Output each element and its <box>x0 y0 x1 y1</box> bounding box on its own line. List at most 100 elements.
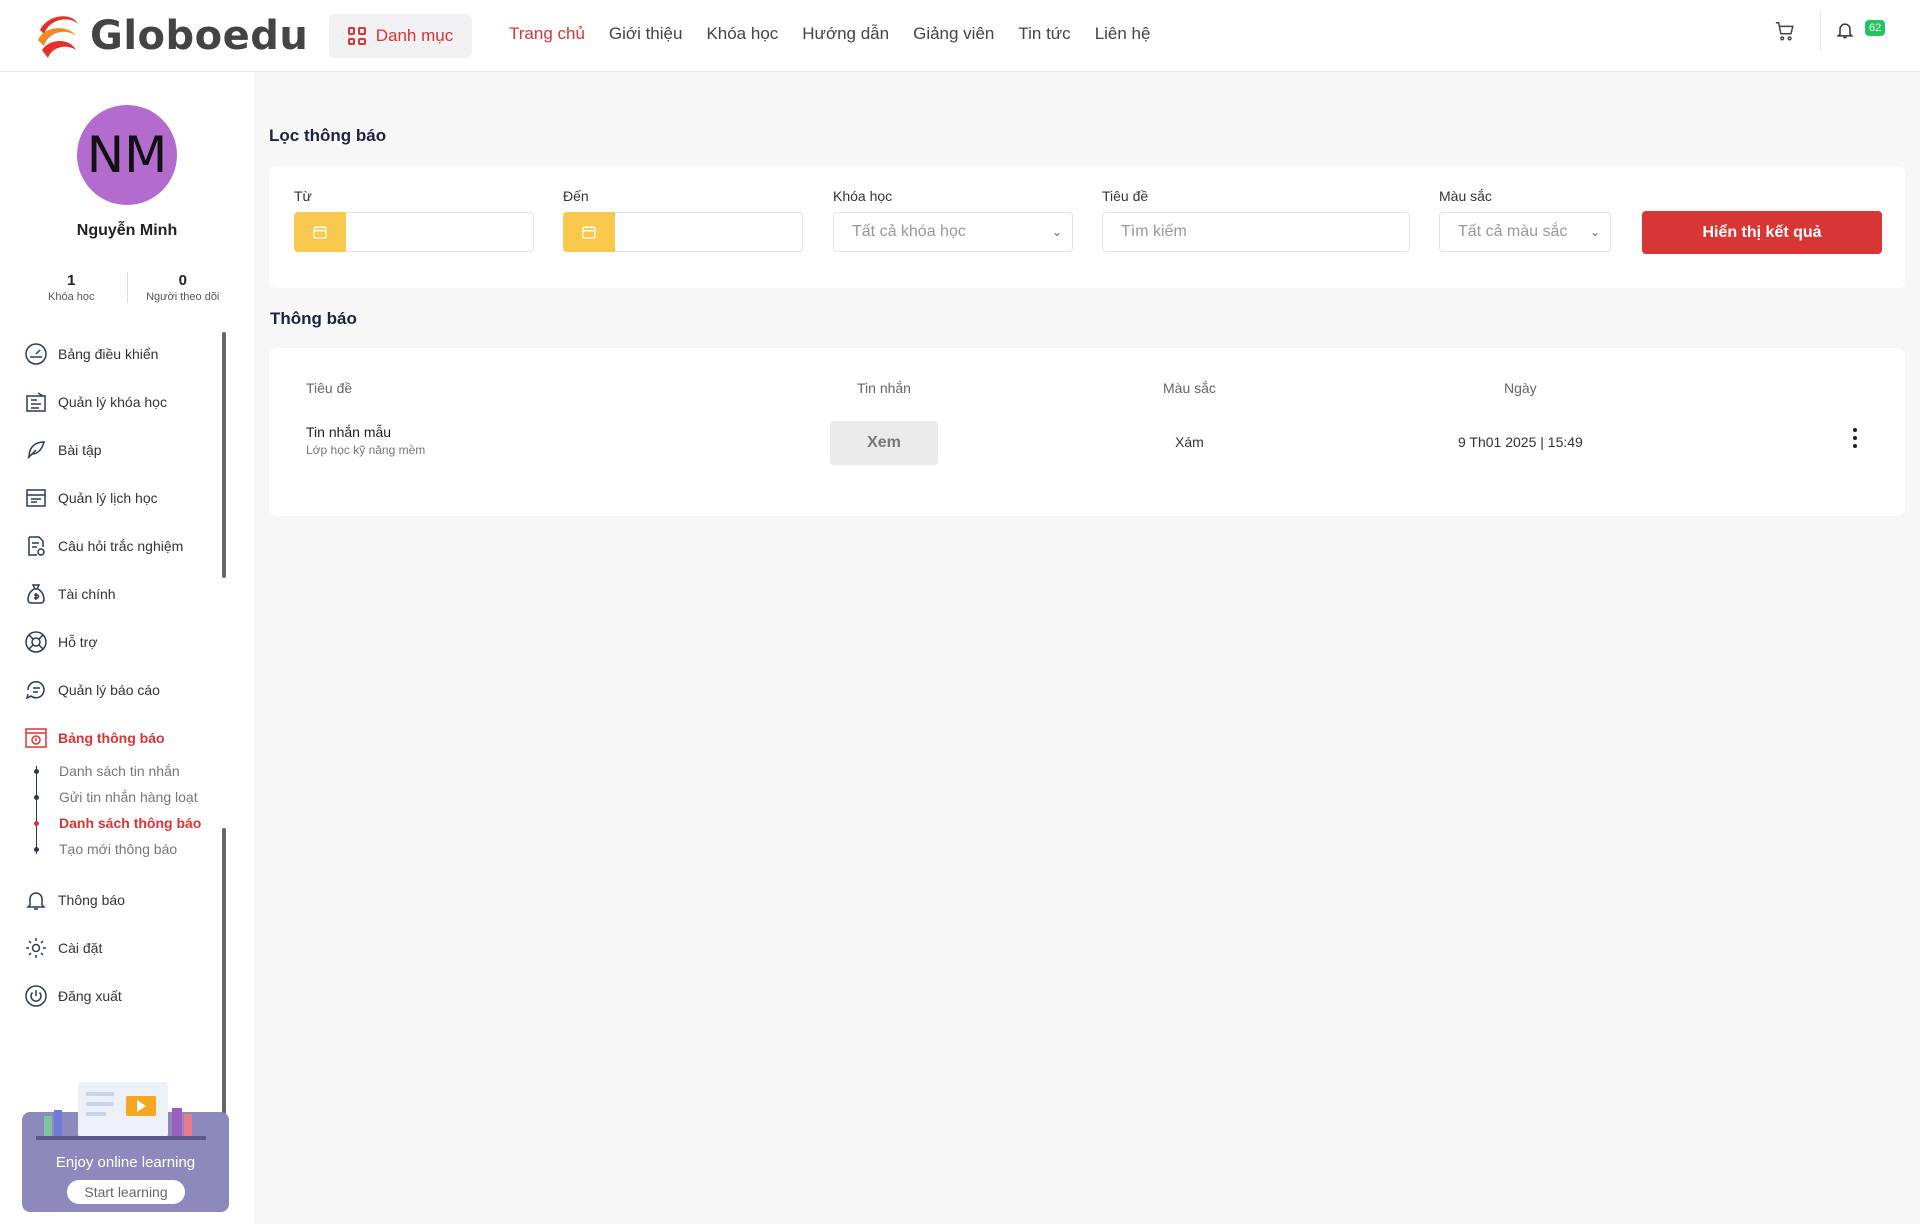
column-header-title: Tiêu đề <box>306 380 353 396</box>
calendar-icon[interactable] <box>563 212 615 252</box>
sidebar-item-courses[interactable]: Quản lý khóa học <box>24 378 224 426</box>
nav-home[interactable]: Trang chủ <box>509 24 585 44</box>
schedule-icon <box>26 489 46 507</box>
filter-heading: Lọc thông báo <box>269 126 387 145</box>
from-date-input[interactable] <box>294 212 534 252</box>
start-learning-button[interactable]: Start learning <box>67 1180 185 1204</box>
filter-card: Từ Đến Khóa học Tất cả khóa học ⌄ Tiêu đ… <box>269 166 1905 288</box>
notices-card: Tiêu đề Tin nhắn Màu sắc Ngày Tin nhắn m… <box>269 348 1905 516</box>
submenu-create-notice[interactable]: Tạo mới thông báo <box>34 836 224 862</box>
notice-course: Lớp học kỹ năng mềm <box>306 443 426 457</box>
color-select[interactable]: Tất cả màu sắc ⌄ <box>1439 212 1611 252</box>
bell-icon <box>1836 23 1854 39</box>
nav-guide[interactable]: Hướng dẫn <box>802 24 889 44</box>
color-label: Màu sắc <box>1439 188 1492 204</box>
nav-about[interactable]: Giới thiệu <box>609 24 683 44</box>
sidebar-item-assignments[interactable]: Bài tập <box>24 426 224 474</box>
sidebar-item-label: Hỗ trợ <box>58 634 98 650</box>
chevron-down-icon: ⌄ <box>1051 225 1062 239</box>
top-header: Globoedu Danh mục Trang chủ Giới thiệu K… <box>0 0 1920 72</box>
to-date-input[interactable] <box>563 212 803 252</box>
sidebar-item-logout[interactable]: Đăng xuất <box>24 972 224 1020</box>
show-results-button[interactable]: Hiển thị kết quả <box>1642 211 1882 254</box>
notification-badge: 62 <box>1865 20 1886 36</box>
sidebar: NM Nguyễn Minh 1 Khóa học 0 Người theo d… <box>0 72 254 1224</box>
sidebar-item-label: Bảng thông báo <box>58 730 165 746</box>
submenu-message-list[interactable]: Danh sách tin nhắn <box>34 758 224 784</box>
bell-icon <box>26 892 46 910</box>
category-button[interactable]: Danh mục <box>329 14 472 58</box>
sidebar-item-schedule[interactable]: Quản lý lịch học <box>24 474 224 522</box>
sidebar-item-dashboard[interactable]: Bảng điều khiển <box>24 330 224 378</box>
feather-icon <box>27 441 45 459</box>
column-header-message: Tin nhắn <box>857 380 911 396</box>
logo-icon <box>38 16 78 58</box>
course-label: Khóa học <box>833 188 893 204</box>
chat-icon <box>25 681 45 700</box>
power-icon <box>25 985 47 1007</box>
followers-label: Người theo dõi <box>146 291 220 303</box>
title-label: Tiêu đề <box>1102 188 1149 204</box>
cart-icon[interactable] <box>1774 20 1796 42</box>
dashboard-icon <box>25 343 47 365</box>
sidebar-item-label: Cài đặt <box>58 940 103 956</box>
category-label: Danh mục <box>375 26 454 45</box>
column-header-color: Màu sắc <box>1163 380 1216 396</box>
user-stats: 1 Khóa học 0 Người theo dõi <box>16 272 238 303</box>
color-select-value: Tất cả màu sắc <box>1458 223 1568 240</box>
sidebar-item-label: Quản lý lịch học <box>58 490 158 506</box>
brand-name: Globoedu <box>90 13 309 59</box>
lifebuoy-icon <box>25 631 47 653</box>
calendar-icon[interactable] <box>294 212 346 252</box>
sidebar-item-board[interactable]: Bảng thông báo <box>24 714 224 762</box>
main-nav: Trang chủ Giới thiệu Khóa học Hướng dẫn … <box>509 24 1150 44</box>
sidebar-item-support[interactable]: Hỗ trợ <box>24 618 224 666</box>
notification-area[interactable]: 62 <box>1820 12 1886 50</box>
sidebar-item-notifications[interactable]: Thông báo <box>24 876 224 924</box>
sidebar-item-label: Câu hỏi trắc nghiệm <box>58 538 184 554</box>
chevron-down-icon: ⌄ <box>1589 225 1600 239</box>
courses-label: Khóa học <box>48 291 95 303</box>
sidebar-item-settings[interactable]: Cài đặt <box>24 924 224 972</box>
submenu-notice-list[interactable]: Danh sách thông báo <box>34 810 224 836</box>
course-select-value: Tất cả khóa học <box>852 223 966 240</box>
sidebar-item-quiz[interactable]: Câu hỏi trắc nghiệm <box>24 522 224 570</box>
sidebar-scrollbar[interactable] <box>222 332 226 578</box>
stat-followers: 0 Người theo dõi <box>126 272 239 303</box>
sidebar-item-label: Đăng xuất <box>58 988 122 1004</box>
more-options-icon[interactable] <box>1853 428 1859 448</box>
money-bag-icon <box>27 584 45 604</box>
course-icon <box>26 392 46 412</box>
sidebar-item-reports[interactable]: Quản lý báo cáo <box>24 666 224 714</box>
sidebar-item-label: Tài chính <box>58 586 116 602</box>
board-submenu: Danh sách tin nhắn Gửi tin nhắn hàng loạ… <box>24 758 224 862</box>
gear-icon <box>26 938 46 958</box>
nav-contact[interactable]: Liên hệ <box>1095 24 1151 44</box>
notice-title: Tin nhắn mẫu <box>306 424 392 440</box>
notice-color: Xám <box>1175 434 1204 450</box>
sidebar-item-label: Thông báo <box>58 892 125 908</box>
sidebar-item-finance[interactable]: Tài chính <box>24 570 224 618</box>
sidebar-item-label: Bảng điều khiển <box>58 346 159 362</box>
nav-teachers[interactable]: Giảng viên <box>913 24 994 44</box>
board-icon <box>25 728 47 748</box>
submenu-bulk-send[interactable]: Gửi tin nhắn hàng loạt <box>34 784 224 810</box>
sidebar-item-label: Bài tập <box>58 442 102 458</box>
course-select[interactable]: Tất cả khóa học ⌄ <box>833 212 1073 252</box>
notices-heading: Thông báo <box>270 309 357 328</box>
nav-courses[interactable]: Khóa học <box>706 24 778 44</box>
grid-icon <box>347 27 366 45</box>
column-header-date: Ngày <box>1504 380 1537 396</box>
title-search-input[interactable]: Tìm kiếm <box>1102 212 1410 252</box>
promo-title: Enjoy online learning <box>55 1154 196 1171</box>
user-name: Nguyễn Minh <box>76 222 178 239</box>
followers-count: 0 <box>178 272 187 289</box>
sidebar-menu: Bảng điều khiển Quản lý khóa học Bài tập… <box>24 330 224 1020</box>
sidebar-item-label: Quản lý khóa học <box>58 394 167 410</box>
brand-logo[interactable]: Globoedu <box>34 10 308 62</box>
view-message-button[interactable]: Xem <box>830 421 938 465</box>
nav-news[interactable]: Tin tức <box>1018 24 1070 44</box>
notice-date: 9 Th01 2025 | 15:49 <box>1458 434 1583 450</box>
quiz-icon <box>28 536 45 556</box>
avatar[interactable]: NM <box>77 105 177 205</box>
